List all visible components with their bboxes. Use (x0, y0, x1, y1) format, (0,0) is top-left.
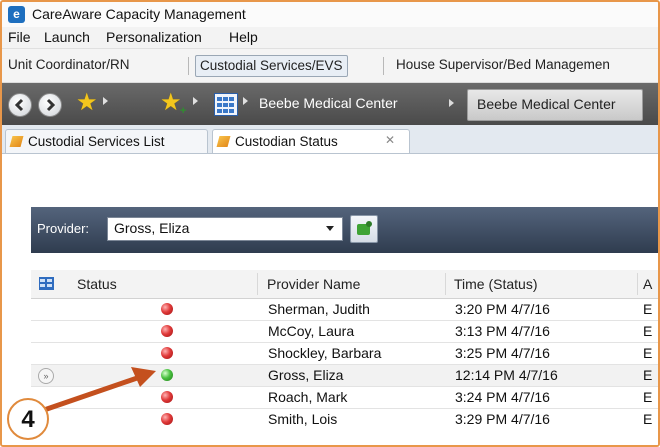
step-number-badge: 4 (7, 398, 49, 440)
step-number: 4 (21, 406, 35, 433)
annotation-arrow (41, 367, 156, 413)
app-window: e CareAware Capacity Management File Lau… (0, 0, 660, 447)
